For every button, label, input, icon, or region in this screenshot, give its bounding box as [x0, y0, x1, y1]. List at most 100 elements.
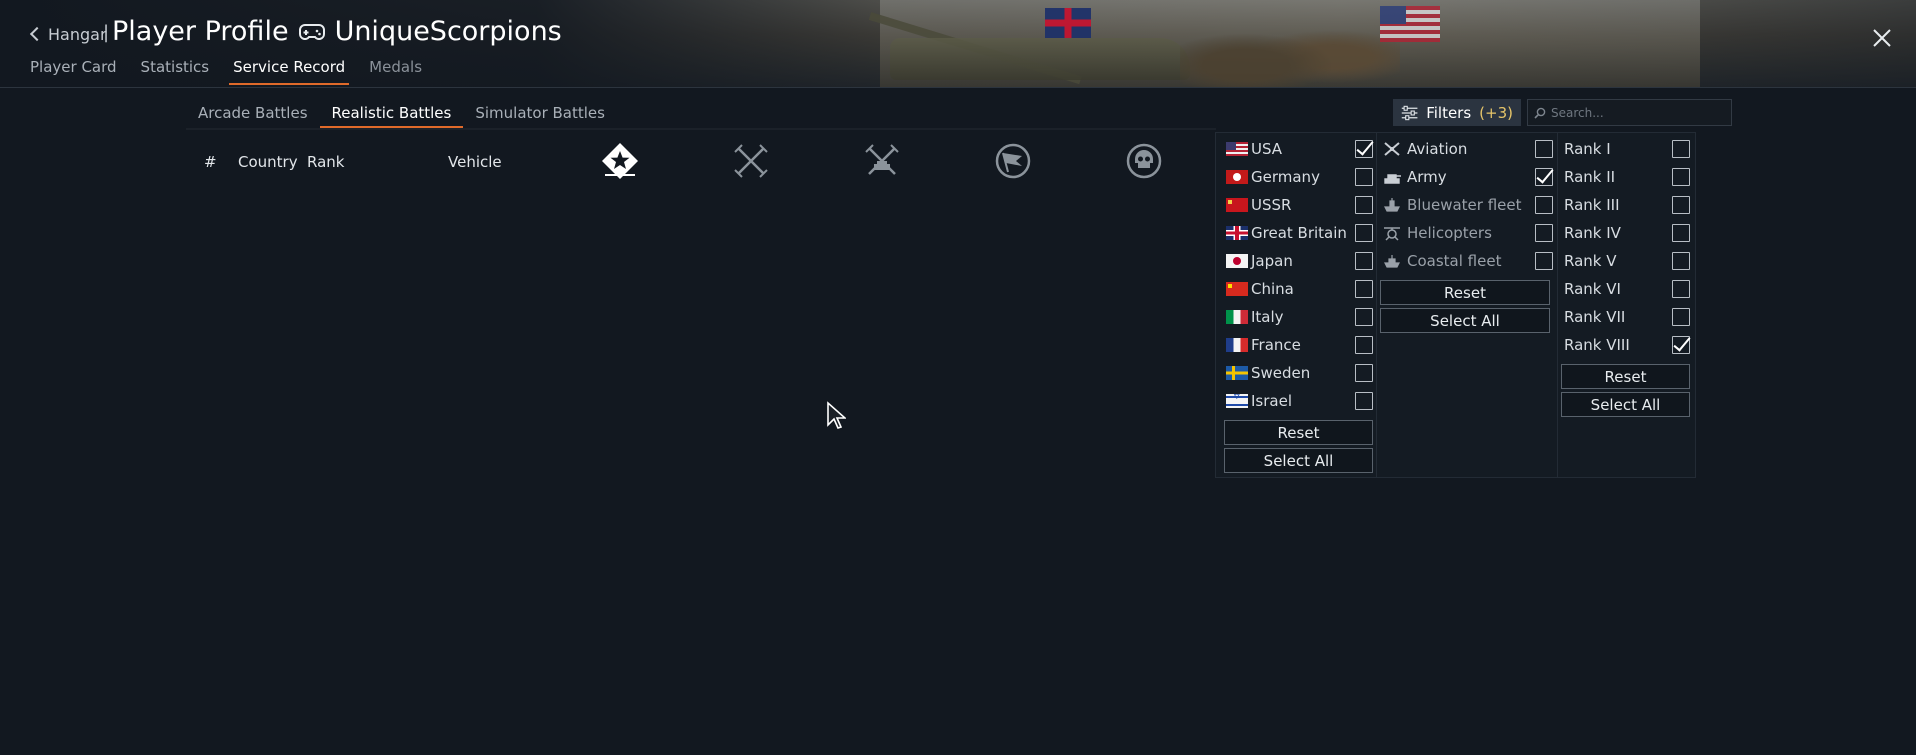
- battle-mode-tabs: Arcade Battles Realistic Battles Simulat…: [186, 100, 617, 128]
- tab-simulator-battles[interactable]: Simulator Battles: [463, 100, 617, 128]
- country-label: Israel: [1251, 392, 1292, 410]
- types-reset-button[interactable]: Reset: [1380, 280, 1550, 305]
- tab-medals[interactable]: Medals: [369, 58, 422, 84]
- tab-realistic-battles[interactable]: Realistic Battles: [319, 100, 464, 128]
- boat-icon: [1383, 253, 1401, 269]
- column-divider: [1376, 133, 1377, 477]
- country-label: Germany: [1251, 168, 1320, 186]
- banner-soldiers: [1180, 10, 1400, 88]
- country-checkbox-italy[interactable]: [1355, 308, 1373, 326]
- country-row-france[interactable]: France: [1226, 334, 1376, 356]
- column-header-country[interactable]: Country: [238, 153, 298, 171]
- type-row-army[interactable]: Army: [1383, 166, 1553, 188]
- france-flag-icon: [1226, 338, 1248, 352]
- rank-row-4[interactable]: Rank IV: [1564, 222, 1692, 244]
- crossed-swords-icon[interactable]: [732, 142, 770, 180]
- rank-row-8[interactable]: Rank VIII: [1564, 334, 1692, 356]
- country-checkbox-japan[interactable]: [1355, 252, 1373, 270]
- country-row-great-britain[interactable]: Great Britain: [1226, 222, 1376, 244]
- tab-statistics[interactable]: Statistics: [141, 58, 210, 84]
- tab-service-record[interactable]: Service Record: [229, 58, 350, 85]
- types-select-all-button[interactable]: Select All: [1380, 308, 1550, 333]
- country-row-sweden[interactable]: Sweden: [1226, 362, 1376, 384]
- country-row-germany[interactable]: Germany: [1226, 166, 1376, 188]
- search-field[interactable]: [1527, 99, 1732, 126]
- country-row-ussr[interactable]: USSR: [1226, 194, 1376, 216]
- country-checkbox-ussr[interactable]: [1355, 196, 1373, 214]
- country-label: Japan: [1251, 252, 1293, 270]
- rank-label: Rank VI: [1564, 280, 1621, 298]
- country-row-japan[interactable]: Japan: [1226, 250, 1376, 272]
- rank-checkbox-3[interactable]: [1672, 196, 1690, 214]
- country-row-israel[interactable]: Israel: [1226, 390, 1376, 412]
- type-checkbox-coastal-fleet[interactable]: [1535, 252, 1553, 270]
- rank-label: Rank IV: [1564, 224, 1621, 242]
- rank-row-2[interactable]: Rank II: [1564, 166, 1692, 188]
- type-row-aviation[interactable]: Aviation: [1383, 138, 1553, 160]
- column-header-vehicle[interactable]: Vehicle: [448, 153, 502, 171]
- rank-checkbox-6[interactable]: [1672, 280, 1690, 298]
- rank-label: Rank I: [1564, 140, 1611, 158]
- type-label: Aviation: [1407, 140, 1468, 158]
- japan-flag-icon: [1226, 254, 1248, 268]
- chevron-left-icon: [29, 26, 45, 42]
- germany-flag-icon: [1226, 170, 1248, 184]
- rank-row-7[interactable]: Rank VII: [1564, 306, 1692, 328]
- countries-select-all-button[interactable]: Select All: [1224, 448, 1373, 473]
- skull-icon[interactable]: [1125, 142, 1163, 180]
- country-label: France: [1251, 336, 1301, 354]
- country-checkbox-germany[interactable]: [1355, 168, 1373, 186]
- back-to-hangar-button[interactable]: Hangar: [28, 22, 107, 46]
- tab-player-card[interactable]: Player Card: [30, 58, 117, 84]
- type-row-coastal-fleet[interactable]: Coastal fleet: [1383, 250, 1553, 272]
- country-checkbox-great-britain[interactable]: [1355, 224, 1373, 242]
- country-row-usa[interactable]: USA: [1226, 138, 1376, 160]
- type-row-helicopters[interactable]: Helicopters: [1383, 222, 1553, 244]
- ranks-select-all-button[interactable]: Select All: [1561, 392, 1690, 417]
- rank-row-3[interactable]: Rank III: [1564, 194, 1692, 216]
- main-tabs: Player Card Statistics Service Record Me…: [30, 58, 446, 85]
- column-header-index[interactable]: #: [204, 153, 217, 171]
- countries-reset-button[interactable]: Reset: [1224, 420, 1373, 445]
- type-checkbox-helicopters[interactable]: [1535, 224, 1553, 242]
- type-row-bluewater-fleet[interactable]: Bluewater fleet: [1383, 194, 1553, 216]
- victory-star-icon[interactable]: [601, 142, 639, 180]
- close-button[interactable]: [1870, 26, 1894, 50]
- country-label: China: [1251, 280, 1294, 298]
- country-checkbox-sweden[interactable]: [1355, 364, 1373, 382]
- search-icon: [1534, 107, 1546, 119]
- rank-checkbox-8[interactable]: [1672, 336, 1690, 354]
- rank-row-5[interactable]: Rank V: [1564, 250, 1692, 272]
- country-checkbox-china[interactable]: [1355, 280, 1373, 298]
- rank-checkbox-5[interactable]: [1672, 252, 1690, 270]
- banner-tank: [890, 38, 1190, 80]
- great-britain-flag-icon: [1226, 226, 1248, 240]
- country-checkbox-usa[interactable]: [1355, 140, 1373, 158]
- country-checkbox-israel[interactable]: [1355, 392, 1373, 410]
- aviation-icon: [1383, 141, 1401, 157]
- tab-arcade-battles[interactable]: Arcade Battles: [186, 100, 320, 128]
- rank-checkbox-1[interactable]: [1672, 140, 1690, 158]
- filters-button[interactable]: Filters (+3): [1393, 99, 1521, 126]
- country-row-china[interactable]: China: [1226, 278, 1376, 300]
- ussr-flag-icon: [1226, 198, 1248, 212]
- rank-checkbox-4[interactable]: [1672, 224, 1690, 242]
- banner-uk-flag: [1045, 8, 1091, 38]
- capture-flag-icon[interactable]: [994, 142, 1032, 180]
- column-header-rank[interactable]: Rank: [307, 153, 344, 171]
- country-row-italy[interactable]: Italy: [1226, 306, 1376, 328]
- country-checkbox-france[interactable]: [1355, 336, 1373, 354]
- search-input[interactable]: [1551, 105, 1731, 120]
- rank-checkbox-7[interactable]: [1672, 308, 1690, 326]
- rank-row-1[interactable]: Rank I: [1564, 138, 1692, 160]
- rank-checkbox-2[interactable]: [1672, 168, 1690, 186]
- type-label: Coastal fleet: [1407, 252, 1502, 270]
- type-checkbox-bluewater-fleet[interactable]: [1535, 196, 1553, 214]
- type-checkbox-aviation[interactable]: [1535, 140, 1553, 158]
- type-checkbox-army[interactable]: [1535, 168, 1553, 186]
- rank-row-6[interactable]: Rank VI: [1564, 278, 1692, 300]
- ranks-reset-button[interactable]: Reset: [1561, 364, 1690, 389]
- country-label: Great Britain: [1251, 224, 1347, 242]
- country-label: USSR: [1251, 196, 1292, 214]
- ground-kills-icon[interactable]: [863, 142, 901, 180]
